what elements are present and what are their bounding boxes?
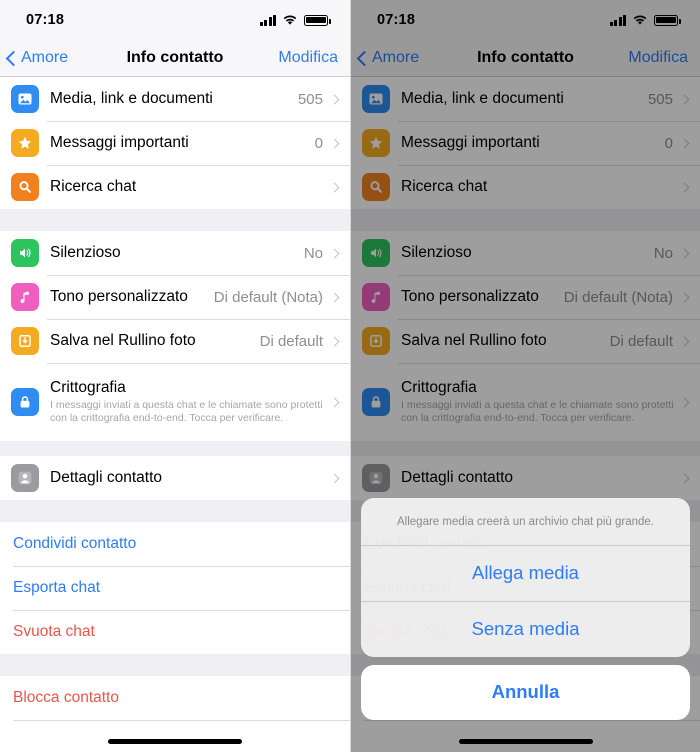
chevron-right-icon [329,336,340,346]
group-chat-actions: Condividi contatto Esporta chat Svuota c… [0,522,350,654]
chevron-right-icon [329,397,340,407]
home-indicator[interactable] [108,739,242,744]
action-label: Svuota chat [13,623,95,640]
row-label: Silenzioso [50,244,121,261]
search-icon [11,173,39,201]
screen-contact-info: 07:18 Amore Info contatto Modifica Media… [0,0,350,752]
chevron-right-icon [329,292,340,302]
action-block-contact[interactable]: Blocca contatto [0,676,350,720]
row-value: 505 [297,90,323,108]
action-share-contact[interactable]: Condividi contatto [0,522,350,566]
action-label: Esporta chat [13,579,101,596]
status-bar-icons [259,14,331,26]
screen-contact-info-with-action-sheet: 07:18 Amore Info contatto Modifica Media… [350,0,700,752]
action-sheet-message: Allegare media creerà un archivio chat p… [397,516,654,528]
chevron-right-icon [329,94,340,104]
status-bar-time: 07:18 [26,12,65,28]
navigation-bar: Amore Info contatto Modifica [0,40,350,77]
encryption-title: Crittografia [50,378,126,396]
action-label: Condividi contatto [13,535,137,552]
row-starred-messages[interactable]: Messaggi importanti 0 [0,121,350,165]
row-custom-tone[interactable]: Tono personalizzato Di default (Nota) [0,275,350,319]
contact-avatar-icon [11,464,39,492]
row-label: Messaggi importanti [50,134,189,151]
section-gap [0,441,350,456]
chevron-right-icon [329,473,340,483]
row-label: Salva nel Rullino foto [50,332,196,349]
row-search-chat[interactable]: Ricerca chat [0,165,350,209]
action-label: Blocca contatto [13,689,119,706]
action-sheet-option-attach-media[interactable]: Allega media [361,545,690,601]
row-media-links-documents[interactable]: Media, link e documenti 505 [0,77,350,121]
chevron-right-icon [329,138,340,148]
section-gap [0,654,350,676]
wifi-icon [283,15,297,25]
group-contact-details: Dettagli contatto [0,456,350,500]
row-encryption[interactable]: Crittografia I messaggi inviati a questa… [0,363,350,441]
page-title: Info contatto [126,49,224,66]
row-label: Dettagli contatto [50,469,163,486]
save-to-camera-roll-icon [11,327,39,355]
row-save-to-camera-roll[interactable]: Salva nel Rullino foto Di default [0,319,350,363]
row-label: Media, link e documenti [50,90,213,107]
action-sheet-panel: Allegare media creerà un archivio chat p… [361,498,690,657]
chevron-right-icon [329,248,340,258]
chevron-right-icon [329,182,340,192]
photo-icon [11,85,39,113]
section-gap [0,209,350,231]
row-label: Ricerca chat [50,178,137,195]
row-contact-details[interactable]: Dettagli contatto [0,456,350,500]
star-icon [11,129,39,157]
section-gap [0,500,350,522]
status-bar: 07:18 [0,0,350,40]
action-sheet: Allegare media creerà un archivio chat p… [361,498,690,720]
row-label: Tono personalizzato [50,288,188,305]
dual-screenshot-stage: 07:18 Amore Info contatto Modifica Media… [0,0,700,752]
action-sheet-cancel-button[interactable]: Annulla [361,665,690,720]
group-chat-settings: Silenzioso No Tono personalizzato Di def… [0,231,350,441]
row-mute[interactable]: Silenzioso No [0,231,350,275]
encryption-subtitle: I messaggi inviati a questa chat e le ch… [50,398,323,425]
lock-icon [11,388,39,416]
battery-full-icon [304,14,331,26]
row-value: Di default [259,332,323,350]
group-media: Media, link e documenti 505 Messaggi imp… [0,77,350,209]
cellular-bars-icon [259,14,276,26]
encryption-text: Crittografia I messaggi inviati a questa… [50,379,331,426]
settings-list[interactable]: Media, link e documenti 505 Messaggi imp… [0,77,350,752]
action-sheet-option-without-media[interactable]: Senza media [361,601,690,657]
speaker-icon [11,239,39,267]
action-export-chat[interactable]: Esporta chat [0,566,350,610]
row-value: 0 [314,134,323,152]
action-clear-chat[interactable]: Svuota chat [0,610,350,654]
home-indicator-area [0,726,350,752]
row-value: Di default (Nota) [213,288,323,306]
music-note-icon [11,283,39,311]
row-value: No [303,244,323,262]
